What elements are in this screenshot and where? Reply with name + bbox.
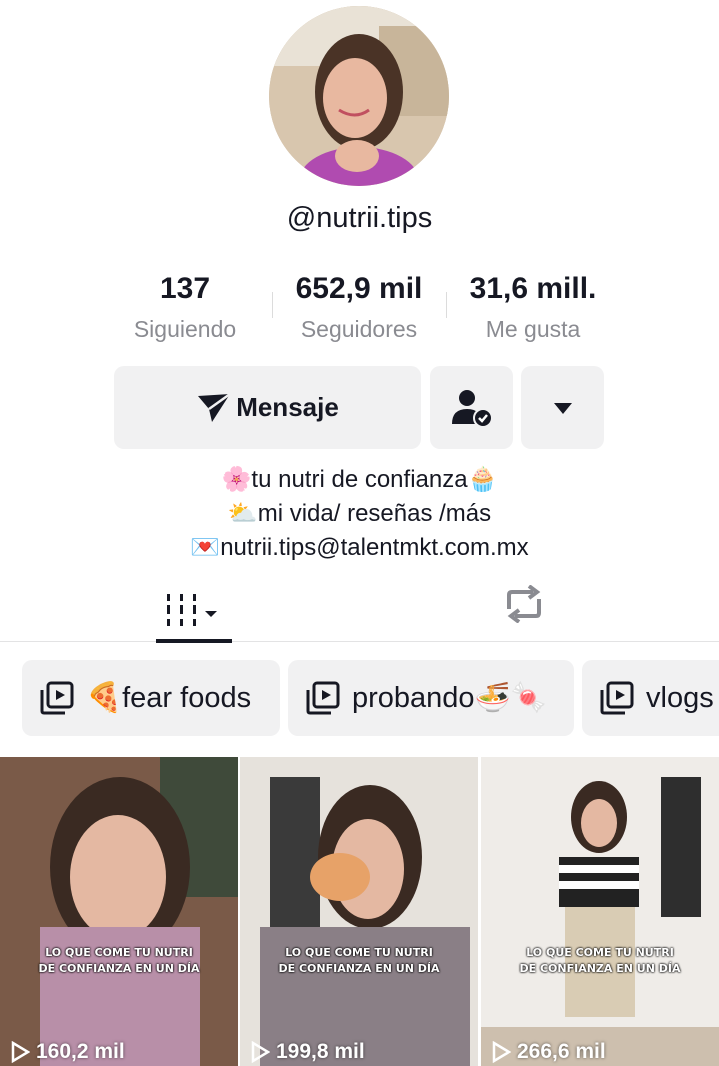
tab-videos[interactable] [156, 578, 232, 643]
grid-bars-icon [167, 594, 217, 626]
send-icon [198, 392, 231, 422]
view-count: 199,8 mil [250, 1040, 365, 1064]
caption-line: LO QUE COME TU NUTRI [45, 946, 193, 959]
caret-down-icon [553, 402, 572, 414]
thumbnail-image [0, 757, 238, 1066]
caption-line: DE CONFIANZA EN UN DÍA [38, 962, 200, 975]
caption-line: DE CONFIANZA EN UN DÍA [278, 962, 440, 975]
profile-stats: 137 Siguiendo 652,9 mil Seguidores 31,6 … [98, 270, 620, 350]
play-icon [251, 1041, 270, 1063]
stat-value: 652,9 mil [295, 272, 423, 305]
bio-line: 🌸tu nutri de confianza🧁 [221, 466, 498, 493]
bio-email-link[interactable]: 💌nutrii.tips@talentmkt.com.mx [0, 531, 719, 565]
video-caption: LO QUE COME TU NUTRI DE CONFIANZA EN UN … [240, 945, 478, 977]
video-grid: LO QUE COME TU NUTRI DE CONFIANZA EN UN … [0, 757, 719, 1066]
follow-status-button[interactable] [430, 366, 513, 449]
video-caption: LO QUE COME TU NUTRI DE CONFIANZA EN UN … [0, 945, 238, 977]
play-icon [11, 1041, 30, 1063]
stat-followers[interactable]: 652,9 mil Seguidores [272, 270, 446, 350]
bio-line: ⛅mi vida/ reseñas /más [227, 500, 492, 527]
stat-value: 31,6 mill. [469, 272, 597, 305]
message-button[interactable]: Mensaje [114, 366, 421, 449]
content-tabs [0, 578, 719, 643]
active-tab-indicator [156, 639, 232, 643]
profile-bio: 🌸tu nutri de confianza🧁 ⛅mi vida/ reseña… [0, 463, 719, 565]
view-count: 160,2 mil [10, 1040, 125, 1064]
view-count-text: 266,6 mil [517, 1040, 606, 1063]
caption-line: LO QUE COME TU NUTRI [526, 946, 674, 959]
repost-icon [507, 585, 541, 623]
play-icon [492, 1041, 511, 1063]
playlist-icon [40, 681, 74, 715]
stat-likes[interactable]: 31,6 mill. Me gusta [446, 270, 620, 350]
playlist-icon [600, 681, 634, 715]
playlist-chip[interactable]: probando🍜🍬 [288, 660, 574, 736]
video-thumbnail[interactable]: LO QUE COME TU NUTRI DE CONFIANZA EN UN … [240, 757, 478, 1066]
tab-reposts[interactable] [500, 578, 548, 630]
view-count: 266,6 mil [491, 1040, 606, 1064]
video-caption: LO QUE COME TU NUTRI DE CONFIANZA EN UN … [481, 945, 719, 977]
playlist-icon [306, 681, 340, 715]
message-button-label: Mensaje [236, 392, 339, 422]
stat-divider [446, 292, 447, 318]
stat-label: Siguiendo [133, 316, 237, 342]
profile-username: @nutrii.tips [286, 202, 433, 234]
playlist-label: vlogs [646, 681, 714, 714]
playlist-chip[interactable]: 🍕fear foods [22, 660, 280, 736]
avatar-photo [269, 6, 449, 186]
video-thumbnail[interactable]: LO QUE COME TU NUTRI DE CONFIANZA EN UN … [481, 757, 719, 1066]
stat-label: Me gusta [485, 316, 581, 342]
stat-label: Seguidores [300, 316, 418, 342]
stat-following[interactable]: 137 Siguiendo [98, 270, 272, 350]
playlist-label: probando🍜🍬 [352, 682, 547, 714]
stat-value: 137 [159, 272, 211, 305]
playlist-row: 🍕fear foods probando🍜🍬 vlogs [22, 660, 719, 736]
caption-line: LO QUE COME TU NUTRI [285, 946, 433, 959]
playlist-chip[interactable]: vlogs [582, 660, 719, 736]
profile-avatar[interactable] [269, 6, 449, 186]
thumbnail-image [240, 757, 478, 1066]
person-check-icon [451, 389, 493, 428]
view-count-text: 199,8 mil [276, 1040, 365, 1063]
more-options-button[interactable] [521, 366, 604, 449]
view-count-text: 160,2 mil [36, 1040, 125, 1063]
playlist-label: 🍕fear foods [86, 682, 252, 714]
thumbnail-image [481, 757, 719, 1066]
caption-line: DE CONFIANZA EN UN DÍA [519, 962, 681, 975]
video-thumbnail[interactable]: LO QUE COME TU NUTRI DE CONFIANZA EN UN … [0, 757, 238, 1066]
stat-divider [272, 292, 273, 318]
